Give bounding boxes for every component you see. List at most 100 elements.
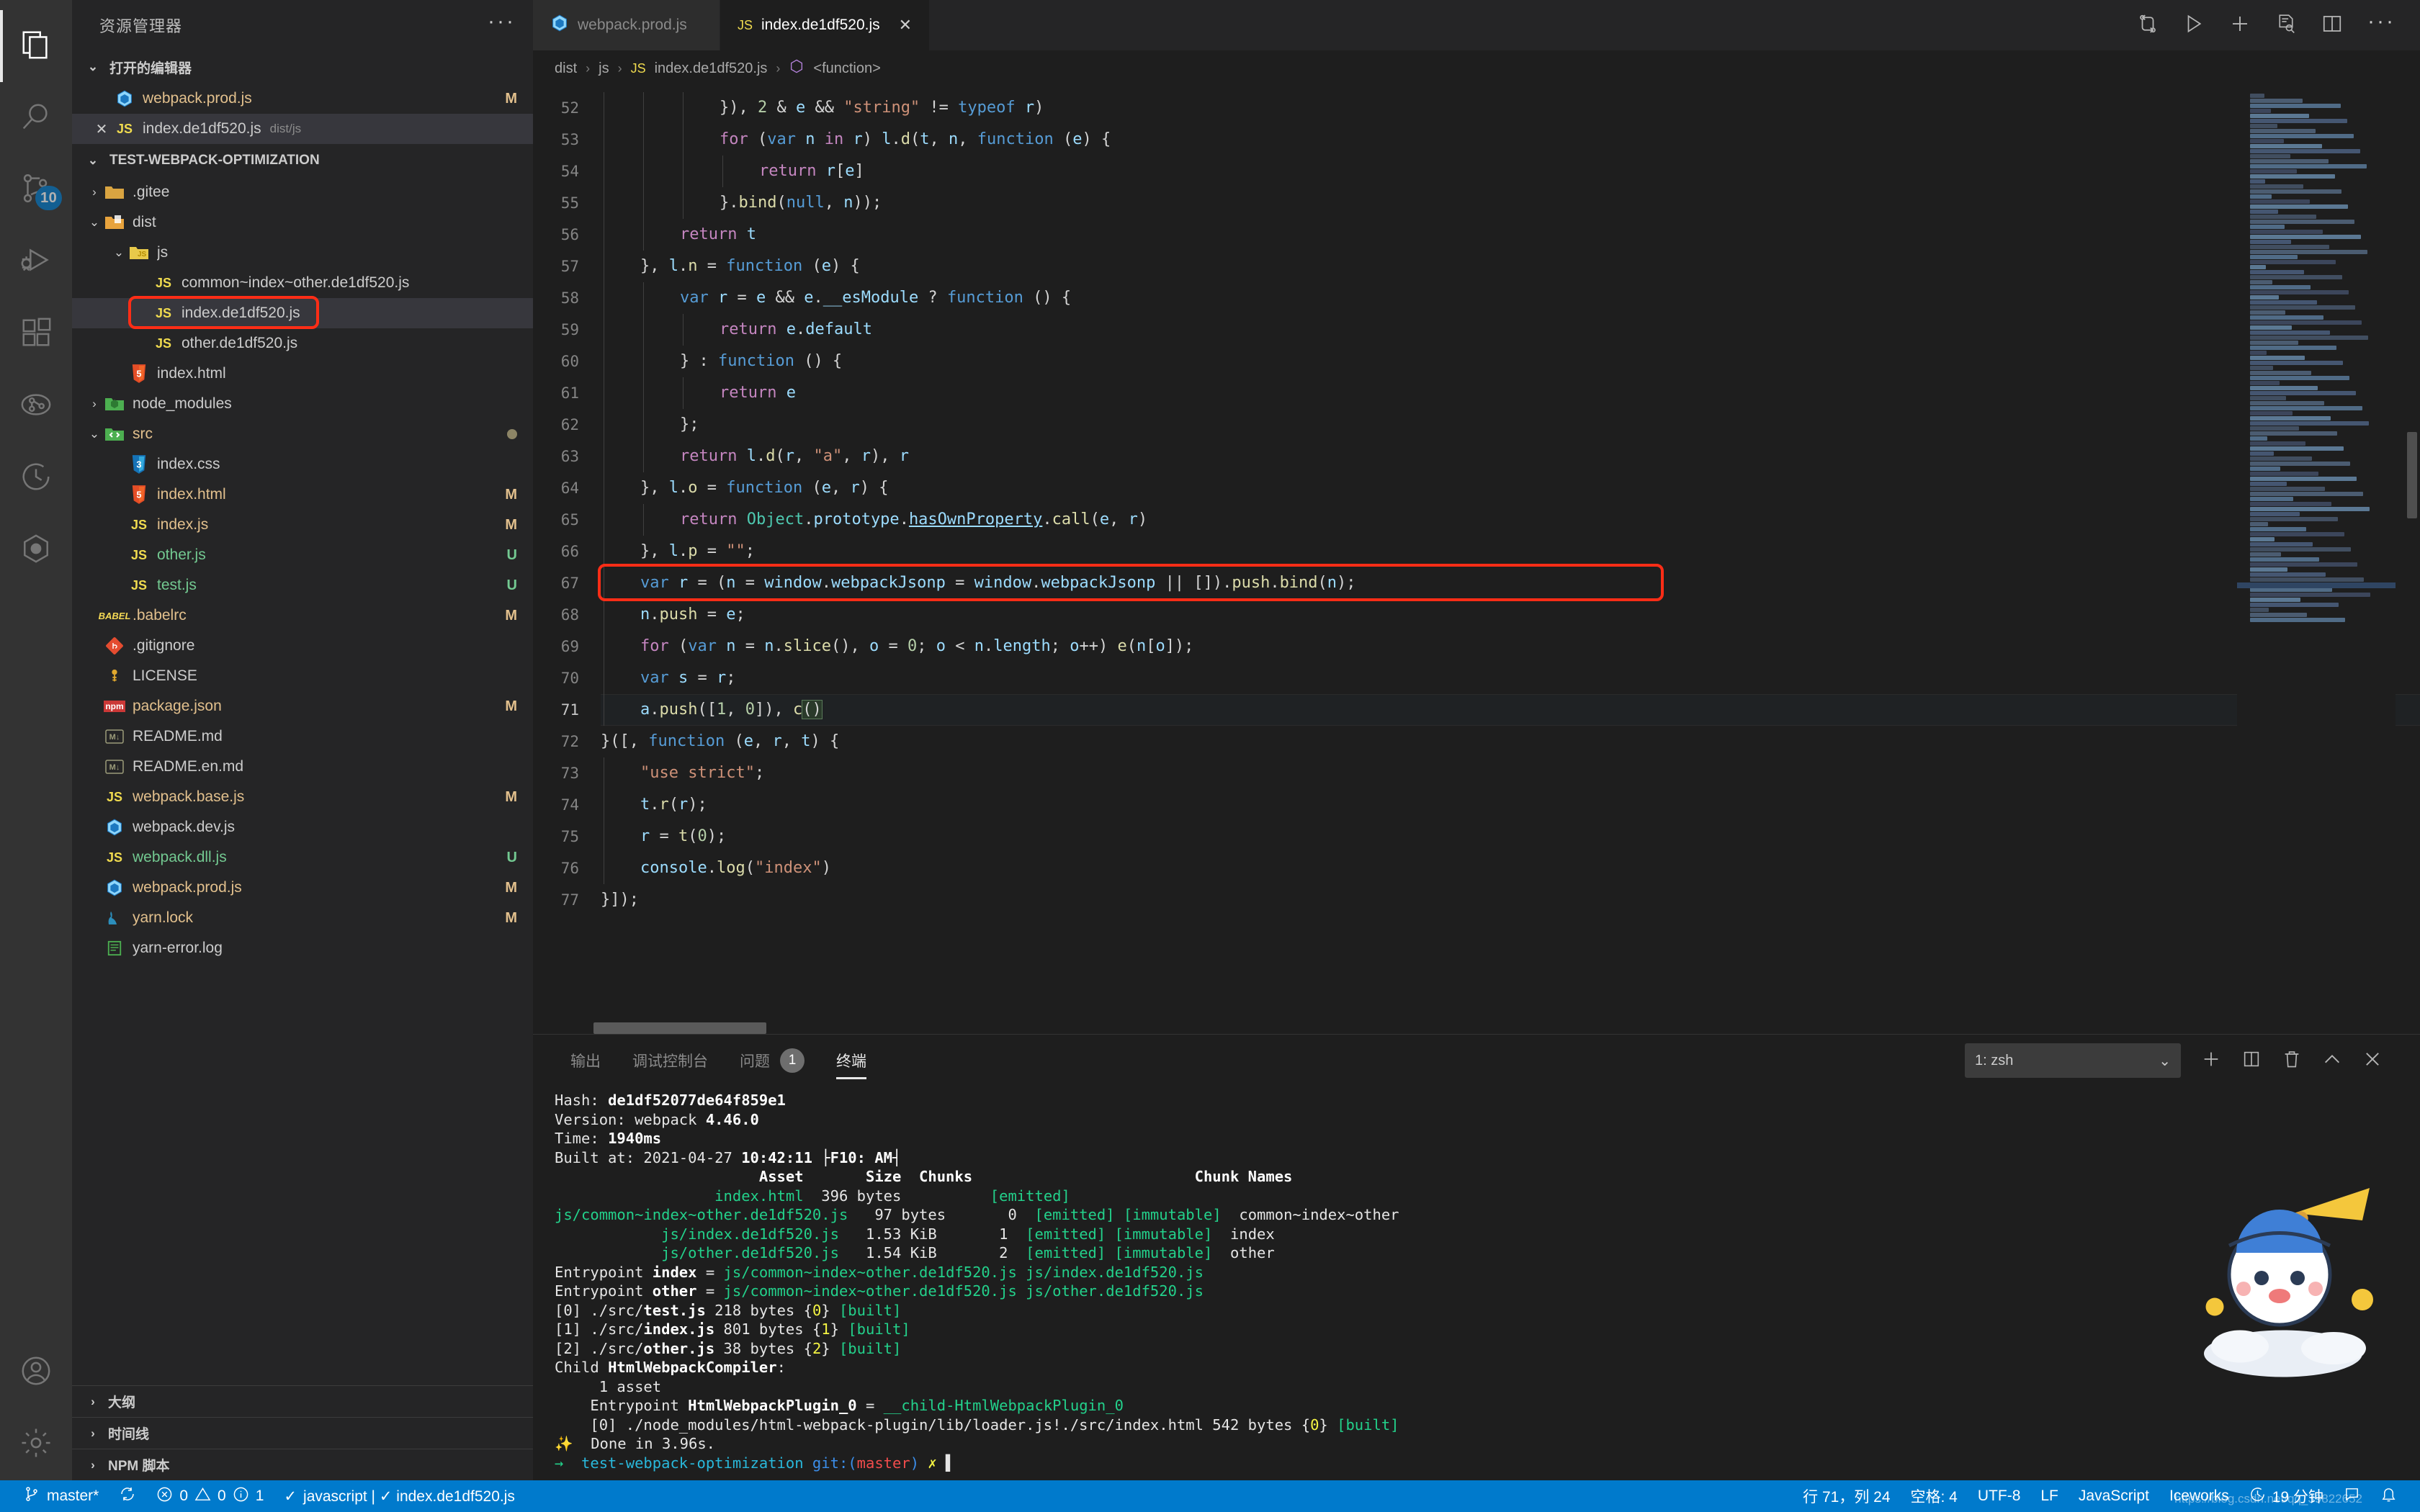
section-project[interactable]: ⌄ TEST-WEBPACK-OPTIMIZATION bbox=[72, 144, 533, 177]
tree-row-webpack-dll-js[interactable]: JS webpack.dll.js U bbox=[72, 842, 533, 873]
tree-row-dist[interactable]: ⌄ dist bbox=[72, 207, 533, 238]
chevron-right-icon[interactable]: › bbox=[85, 185, 104, 199]
code-line[interactable]: a.push([1, 0]), c() bbox=[601, 694, 2420, 726]
status-language-mode[interactable]: JavaScript bbox=[2069, 1480, 2159, 1512]
activitybar-item-search[interactable] bbox=[0, 82, 72, 154]
tree-row-node-modules[interactable]: › node_modules bbox=[72, 389, 533, 419]
code-line[interactable]: } : function () { bbox=[601, 346, 2420, 377]
split-sync-icon[interactable] bbox=[2137, 13, 2159, 38]
status-feedback[interactable] bbox=[2334, 1480, 2370, 1512]
code-line[interactable]: }.bind(null, n)); bbox=[601, 187, 2420, 219]
status-iceworks[interactable]: Iceworks bbox=[2159, 1480, 2239, 1512]
section-open-editors[interactable]: ⌄ 打开的编辑器 bbox=[72, 50, 533, 84]
sidebar-section-npm-scripts[interactable]: › NPM 脚本 bbox=[72, 1449, 533, 1480]
tree-row-index-js[interactable]: JS index.js M bbox=[72, 510, 533, 540]
tree-row-src[interactable]: ⌄ src bbox=[72, 419, 533, 449]
tree-row--babelrc[interactable]: BABEL .babelrc M bbox=[72, 600, 533, 631]
status-notifications[interactable] bbox=[2370, 1480, 2407, 1512]
tree-row-readme-md[interactable]: M↓ README.md bbox=[72, 721, 533, 752]
editor-tab-index-bundle[interactable]: JS index.de1df520.js ✕ bbox=[720, 0, 931, 50]
kill-terminal-icon[interactable] bbox=[2282, 1049, 2302, 1073]
activitybar-item-extensions[interactable] bbox=[0, 298, 72, 370]
tree-row-index-html[interactable]: 5 index.html bbox=[72, 359, 533, 389]
code-line[interactable]: return e.default bbox=[601, 314, 2420, 346]
panel-tab-problems[interactable]: 问题 1 bbox=[724, 1035, 820, 1086]
code-line[interactable]: }]); bbox=[601, 884, 2420, 916]
new-terminal-icon[interactable] bbox=[2201, 1049, 2221, 1073]
maximize-panel-icon[interactable] bbox=[2322, 1049, 2342, 1073]
code-line[interactable]: var r = e && e.__esModule ? function () … bbox=[601, 282, 2420, 314]
panel-tab-terminal[interactable]: 终端 bbox=[820, 1035, 882, 1086]
tree-row-other-js[interactable]: JS other.js U bbox=[72, 540, 533, 570]
code-line[interactable]: "use strict"; bbox=[601, 757, 2420, 789]
activitybar-item-git-graph[interactable] bbox=[0, 370, 72, 442]
tree-row-webpack-dev-js[interactable]: webpack.dev.js bbox=[72, 812, 533, 842]
activitybar-item-source-control[interactable]: 10 bbox=[0, 154, 72, 226]
code-line[interactable]: console.log("index") bbox=[601, 852, 2420, 884]
split-terminal-icon[interactable] bbox=[2241, 1049, 2262, 1073]
code-line[interactable]: r = t(0); bbox=[601, 821, 2420, 852]
status-encoding[interactable]: UTF-8 bbox=[1968, 1480, 2031, 1512]
sidebar-section-outline[interactable]: › 大纲 bbox=[72, 1385, 533, 1417]
code-line[interactable]: for (var n in r) l.d(t, n, function (e) … bbox=[601, 124, 2420, 156]
editor-horizontal-scrollbar[interactable] bbox=[593, 1022, 766, 1034]
open-editor-item[interactable]: ✕ JS index.de1df520.js dist/js bbox=[72, 114, 533, 144]
status-cursor-position[interactable]: 行 71，列 24 bbox=[1793, 1480, 1900, 1512]
code-line[interactable]: return r[e] bbox=[601, 156, 2420, 187]
terminal-output[interactable]: Hash: de1df52077de64f859e1 Version: webpa… bbox=[533, 1086, 2420, 1480]
tree-row-yarn-lock[interactable]: yarn.lock M bbox=[72, 903, 533, 933]
tree-row--gitee[interactable]: › .gitee bbox=[72, 177, 533, 207]
tree-row-index-html[interactable]: 5 index.html M bbox=[72, 480, 533, 510]
tree-row-webpack-base-js[interactable]: JS webpack.base.js M bbox=[72, 782, 533, 812]
chevron-right-icon[interactable]: › bbox=[85, 397, 104, 411]
tree-row-index-css[interactable]: 3 index.css bbox=[72, 449, 533, 480]
sidebar-section-timeline[interactable]: › 时间线 bbox=[72, 1417, 533, 1449]
activitybar-item-timeline[interactable] bbox=[0, 442, 72, 514]
minimap[interactable] bbox=[2237, 86, 2396, 1034]
status-indentation[interactable]: 空格: 4 bbox=[1901, 1480, 1968, 1512]
open-changes-icon[interactable] bbox=[2275, 13, 2297, 38]
status-time-tracker[interactable]: 19 分钟 bbox=[2239, 1480, 2334, 1512]
chevron-down-icon[interactable]: ⌄ bbox=[85, 215, 104, 230]
status-eol[interactable]: LF bbox=[2030, 1480, 2069, 1512]
close-icon[interactable]: ✕ bbox=[899, 16, 912, 35]
tree-row-test-js[interactable]: JS test.js U bbox=[72, 570, 533, 600]
panel-tab-debug-console[interactable]: 调试控制台 bbox=[617, 1035, 724, 1086]
tree-row-js[interactable]: ⌄ JS js bbox=[72, 238, 533, 268]
breadcrumb-item-file[interactable]: index.de1df520.js bbox=[655, 60, 768, 77]
tree-row-yarn-error-log[interactable]: yarn-error.log bbox=[72, 933, 533, 963]
open-editor-item[interactable]: webpack.prod.js M bbox=[72, 84, 533, 114]
code-line[interactable]: }), 2 & e && "string" != typeof r) bbox=[601, 92, 2420, 124]
code-line[interactable]: n.push = e; bbox=[601, 599, 2420, 631]
code-line[interactable]: return t bbox=[601, 219, 2420, 251]
tree-row-common-index-other-de1df520-js[interactable]: JS common~index~other.de1df520.js bbox=[72, 268, 533, 298]
editor-vertical-scrollbar[interactable] bbox=[2396, 86, 2420, 1034]
tree-row-readme-en-md[interactable]: M↓ README.en.md bbox=[72, 752, 533, 782]
code-line[interactable]: var r = (n = window.webpackJsonp = windo… bbox=[601, 567, 2420, 599]
code-line[interactable]: }, l.o = function (e, r) { bbox=[601, 472, 2420, 504]
more-actions-icon[interactable]: ··· bbox=[2367, 11, 2396, 33]
tree-row-other-de1df520-js[interactable]: JS other.de1df520.js bbox=[72, 328, 533, 359]
close-panel-icon[interactable] bbox=[2362, 1049, 2383, 1073]
breadcrumb-item-js[interactable]: js bbox=[599, 60, 609, 77]
chevron-down-icon[interactable]: ⌄ bbox=[85, 427, 104, 441]
panel-tab-output[interactable]: 输出 bbox=[555, 1035, 617, 1086]
code-line[interactable]: }([, function (e, r, t) { bbox=[601, 726, 2420, 757]
tree-row-package-json[interactable]: npm package.json M bbox=[72, 691, 533, 721]
add-icon[interactable] bbox=[2229, 13, 2251, 38]
chevron-down-icon[interactable]: ⌄ bbox=[109, 246, 128, 260]
code-line[interactable]: t.r(r); bbox=[601, 789, 2420, 821]
activitybar-item-account[interactable] bbox=[0, 1336, 72, 1408]
run-icon[interactable] bbox=[2183, 13, 2205, 38]
status-sync[interactable] bbox=[109, 1480, 146, 1512]
code-line[interactable]: return e bbox=[601, 377, 2420, 409]
tree-row--gitignore[interactable]: .gitignore bbox=[72, 631, 533, 661]
code-line[interactable]: }; bbox=[601, 409, 2420, 441]
editor-viewport[interactable]: 52 53 54 55 56 57 58 59 60 61 62 63 64 65 66 67 68 69 70 71… bbox=[533, 86, 2420, 1034]
code-line[interactable]: return l.d(r, "a", r), r bbox=[601, 441, 2420, 472]
split-editor-icon[interactable] bbox=[2321, 13, 2343, 38]
tree-row-license[interactable]: LICENSE bbox=[72, 661, 533, 691]
sidebar-more-icon[interactable]: ··· bbox=[488, 11, 516, 33]
activitybar-item-run-debug[interactable] bbox=[0, 226, 72, 298]
editor-tab-webpack-prod[interactable]: webpack.prod.js bbox=[533, 0, 720, 50]
